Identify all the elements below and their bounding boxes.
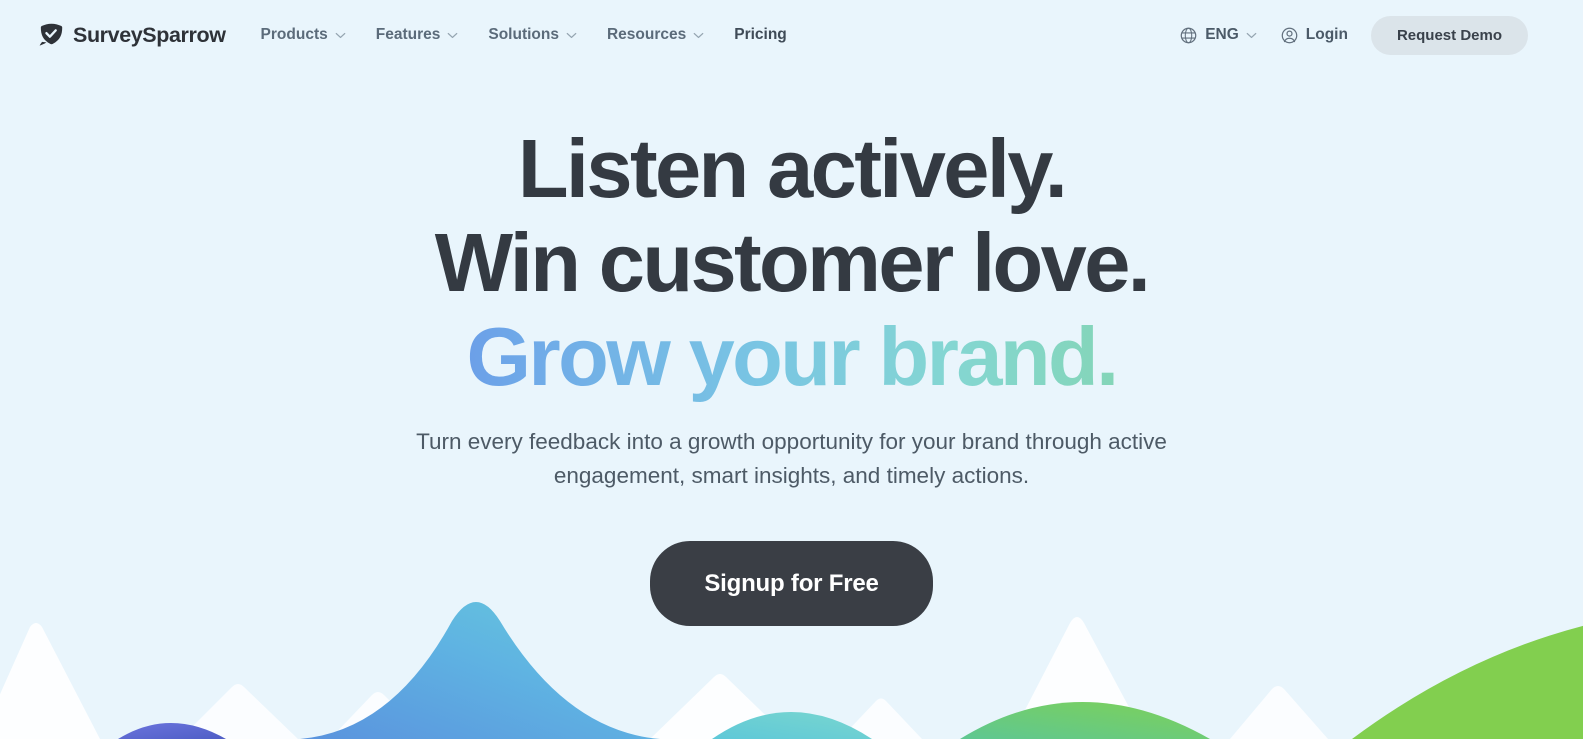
nav-item-pricing[interactable]: Pricing bbox=[734, 20, 787, 50]
sparrow-shield-check-icon bbox=[39, 23, 63, 46]
request-demo-button[interactable]: Request Demo bbox=[1370, 15, 1528, 55]
nav-item-resources-label: Resources bbox=[606, 26, 687, 43]
login-link[interactable]: Login bbox=[1280, 26, 1348, 45]
header-actions: ENG Login Request Demo bbox=[1179, 15, 1528, 55]
green-hill-right bbox=[960, 702, 1210, 739]
hero-cta-container: Signup for Free bbox=[0, 541, 1583, 626]
nav-item-products-label: Products bbox=[260, 26, 328, 43]
brand-logo[interactable]: SurveySparrow bbox=[38, 22, 226, 48]
headline-line-1: Listen actively. bbox=[517, 122, 1068, 215]
brand-name: SurveySparrow bbox=[73, 22, 226, 47]
language-label: ENG bbox=[1205, 26, 1239, 43]
headline-line-2: Win customer love. bbox=[434, 216, 1151, 309]
nav-item-features[interactable]: Features bbox=[376, 20, 459, 50]
landing-page: SurveySparrow Products Features Solution… bbox=[0, 0, 1583, 739]
language-switcher[interactable]: ENG bbox=[1179, 26, 1257, 45]
hero-subtitle-line-1: Turn every feedback into a growth opport… bbox=[416, 429, 1102, 454]
nav-item-pricing-label: Pricing bbox=[734, 26, 787, 43]
nav-item-solutions[interactable]: Solutions bbox=[488, 20, 577, 50]
main-navigation: Products Features Solutions Resources Pr… bbox=[261, 20, 787, 50]
site-header: SurveySparrow Products Features Solution… bbox=[0, 0, 1583, 70]
white-peak-left bbox=[0, 623, 100, 739]
chevron-down-icon bbox=[1246, 32, 1257, 38]
signup-for-free-button[interactable]: Signup for Free bbox=[650, 541, 933, 626]
chevron-down-icon bbox=[693, 32, 704, 38]
nav-item-resources[interactable]: Resources bbox=[607, 20, 704, 50]
user-circle-icon bbox=[1281, 27, 1298, 43]
chevron-down-icon bbox=[448, 32, 458, 38]
nav-item-products[interactable]: Products bbox=[261, 20, 346, 50]
globe-icon bbox=[1180, 27, 1197, 43]
headline-line-3: Grow your brand. bbox=[0, 310, 1583, 404]
white-peak-far-right bbox=[1230, 686, 1328, 739]
green-hill-far-right bbox=[1352, 625, 1583, 739]
chevron-down-icon bbox=[566, 32, 577, 38]
chevron-down-icon bbox=[335, 32, 346, 38]
page-title: Listen actively. Win customer love. Grow… bbox=[0, 122, 1583, 404]
nav-item-solutions-label: Solutions bbox=[488, 26, 559, 43]
nav-item-features-label: Features bbox=[375, 26, 441, 43]
login-label: Login bbox=[1305, 26, 1348, 43]
hero-subtitle: Turn every feedback into a growth opport… bbox=[412, 425, 1172, 493]
